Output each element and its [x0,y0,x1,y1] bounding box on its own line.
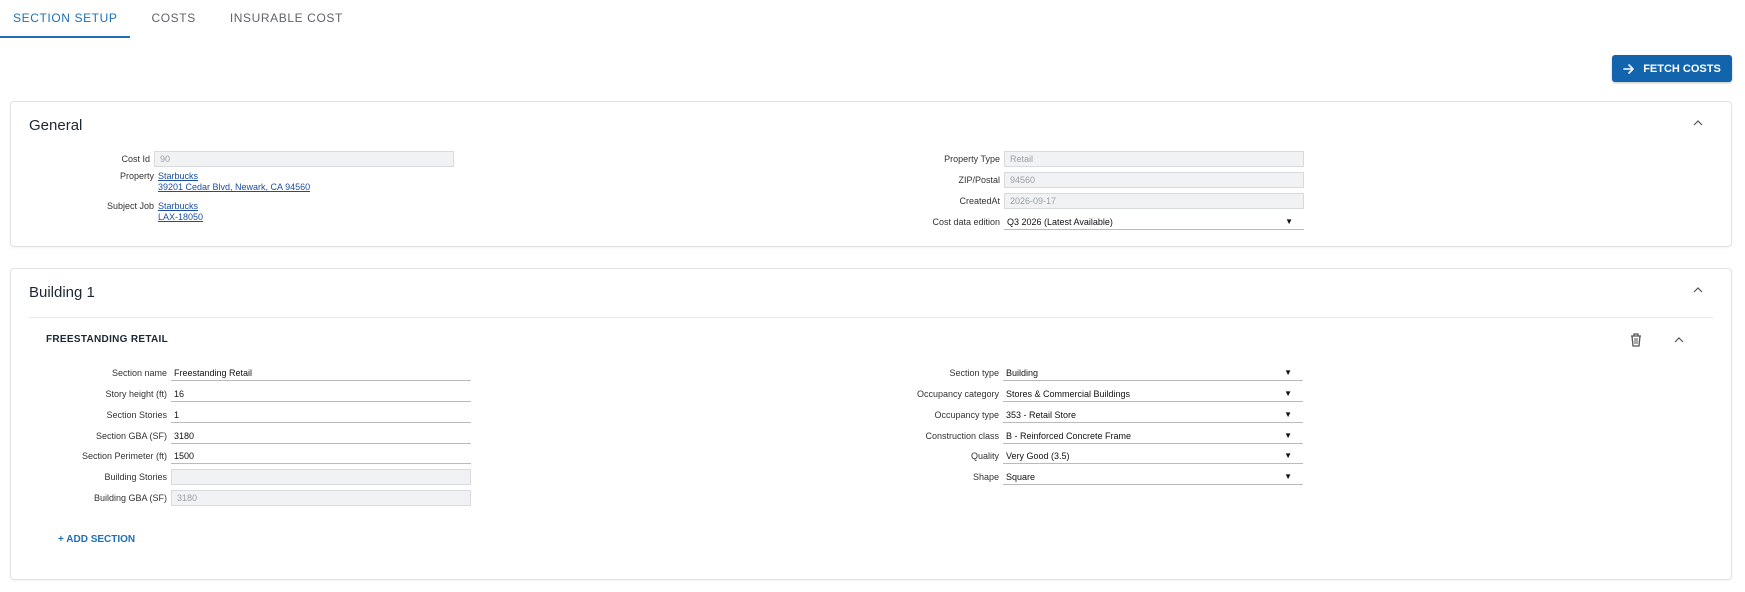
fetch-costs-button[interactable]: FETCH COSTS [1612,55,1732,82]
building-divider [29,317,1713,318]
field-label: Quality [970,451,999,461]
field-label: Occupancy category [916,389,999,399]
shape-row: Shape Square ▼ [0,468,1303,486]
general-title: General [29,117,83,134]
add-section-button[interactable]: + ADD SECTION [58,534,135,545]
caret-down-icon: ▼ [1284,472,1292,481]
building-gba-field: 3180 [171,490,471,506]
zip-row: ZIP/Postal 94560 [11,171,1304,189]
tab-costs[interactable]: COSTS [138,0,208,38]
created-at-label: CreatedAt [959,196,1000,206]
caret-down-icon: ▼ [1284,431,1292,440]
section-title: FREESTANDING RETAIL [46,334,168,345]
field-label: Building GBA (SF) [93,493,167,503]
edition-label: Cost data edition [932,217,1000,227]
property-type-label: Property Type [944,154,1000,164]
occupancy-type-select[interactable]: 353 - Retail Store ▼ [1003,407,1303,423]
occupancy-category-select[interactable]: Stores & Commercial Buildings ▼ [1003,386,1303,402]
tab-insurable-cost[interactable]: INSURABLE COST [217,0,356,38]
caret-down-icon: ▼ [1284,410,1292,419]
edition-value: Q3 2026 (Latest Available) [1007,216,1113,227]
collapse-general-icon[interactable] [1691,116,1705,130]
section-type-select[interactable]: Building ▼ [1003,365,1303,381]
field-label: Shape [972,472,999,482]
construction-class-row: Construction class B - Reinforced Concre… [0,427,1303,445]
tab-section-setup[interactable]: SECTION SETUP [0,0,131,38]
created-at-field: 2026-09-17 [1004,193,1304,209]
tab-bar: SECTION SETUP COSTS INSURABLE COST [0,0,356,38]
edition-select[interactable]: Q3 2026 (Latest Available) ▼ [1004,214,1304,230]
occupancy-type-row: Occupancy type 353 - Retail Store ▼ [0,406,1303,424]
select-value: Stores & Commercial Buildings [1006,388,1131,399]
select-value: Building [1006,367,1039,378]
occupancy-category-row: Occupancy category Stores & Commercial B… [0,385,1303,403]
select-value: Very Good (3.5) [1006,450,1070,461]
edition-row: Cost data edition Q3 2026 (Latest Availa… [11,213,1304,231]
caret-down-icon: ▼ [1284,389,1292,398]
section-type-row: Section type Building ▼ [0,364,1303,382]
collapse-building-icon[interactable] [1691,283,1705,297]
collapse-section-icon[interactable] [1672,333,1686,347]
select-value: 353 - Retail Store [1006,409,1077,420]
quality-row: Quality Very Good (3.5) ▼ [0,447,1303,465]
field-label: Construction class [925,431,999,441]
fetch-costs-label: FETCH COSTS [1643,62,1721,75]
quality-select[interactable]: Very Good (3.5) ▼ [1003,448,1303,464]
field-label: Section type [949,368,999,378]
created-at-row: CreatedAt 2026-09-17 [11,192,1304,210]
construction-class-select[interactable]: B - Reinforced Concrete Frame ▼ [1003,428,1303,444]
caret-down-icon: ▼ [1285,217,1293,226]
trash-icon[interactable] [1629,332,1643,348]
building-gba-row: Building GBA (SF) 3180 [0,489,471,507]
caret-down-icon: ▼ [1284,451,1292,460]
shape-select[interactable]: Square ▼ [1003,469,1303,485]
building-panel: Building 1 [10,268,1732,580]
property-type-field: Retail [1004,151,1304,167]
field-label: Occupancy type [934,410,999,420]
zip-field: 94560 [1004,172,1304,188]
property-type-row: Property Type Retail [11,150,1304,168]
zip-label: ZIP/Postal [958,175,1000,185]
general-panel: General Cost Id 90 Property Starbucks 39… [10,101,1732,247]
building-title: Building 1 [29,284,95,301]
select-value: B - Reinforced Concrete Frame [1006,430,1132,441]
caret-down-icon: ▼ [1284,368,1292,377]
arrow-right-icon [1623,63,1634,74]
select-value: Square [1006,471,1036,482]
